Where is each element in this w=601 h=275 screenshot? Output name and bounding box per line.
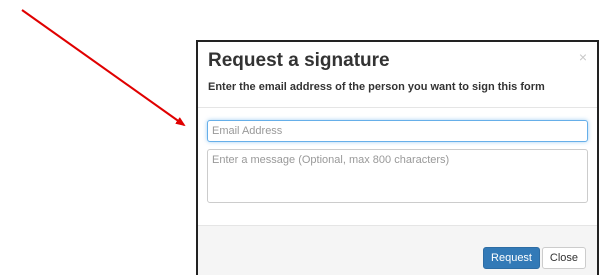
- modal-body: [198, 108, 597, 226]
- modal-title: Request a signature: [208, 50, 390, 71]
- message-textarea[interactable]: [207, 149, 588, 203]
- screenshot-stage: Request a signature Enter the email addr…: [0, 0, 601, 275]
- request-signature-modal: Request a signature Enter the email addr…: [196, 40, 599, 275]
- modal-header: Request a signature Enter the email addr…: [198, 42, 597, 108]
- modal-subtitle: Enter the email address of the person yo…: [208, 81, 545, 93]
- request-button[interactable]: Request: [483, 247, 540, 269]
- close-icon[interactable]: ×: [579, 50, 587, 64]
- email-address-input[interactable]: [207, 120, 588, 142]
- modal-footer: Request Close: [198, 226, 597, 275]
- close-button[interactable]: Close: [541, 247, 586, 269]
